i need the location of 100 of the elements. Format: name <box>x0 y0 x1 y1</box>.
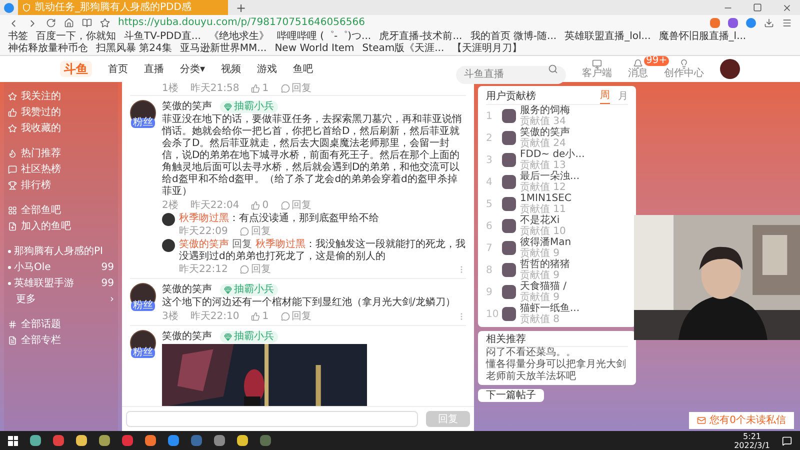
related-post-link[interactable]: 老师前天放羊法坏吧 <box>486 371 628 383</box>
forum-link[interactable]: 那狗腾有人身感的PI <box>8 245 114 258</box>
reply-input[interactable] <box>126 411 418 427</box>
bookmark-link[interactable]: 【天涯明月刀】 <box>452 43 522 55</box>
contribution-score: 贡献值 9 <box>520 248 560 259</box>
bookmark-link[interactable]: 我的首页 微博-随... <box>470 31 557 43</box>
user-name[interactable]: 天食猫猫 / <box>520 281 567 292</box>
reload-icon[interactable] <box>46 18 56 28</box>
rank-number: 1 <box>486 110 494 124</box>
taskbar-app-icon[interactable] <box>99 435 110 446</box>
taskbar-app-icon[interactable] <box>168 435 179 446</box>
bookmark-link[interactable]: 魔兽怀旧服直播_l... <box>658 31 746 43</box>
gem-icon <box>224 286 232 294</box>
user-name[interactable]: 最后一朵浊... <box>520 171 580 182</box>
user-avatar[interactable] <box>720 59 740 79</box>
nav-link[interactable]: 直播 <box>144 62 164 76</box>
nav-link[interactable]: 游戏 <box>257 62 278 76</box>
star-icon[interactable] <box>100 18 110 28</box>
post-time: 昨天22:04 <box>190 199 240 212</box>
user-name[interactable]: 1MIN1SEC <box>520 193 572 204</box>
author-name[interactable]: 笑傲的笑声 <box>162 330 212 343</box>
user-name[interactable]: 哲哲的猪猪 <box>520 259 570 270</box>
sidebar-link[interactable]: 社区热榜 <box>8 163 114 176</box>
user-name[interactable]: 服务的饲梅 <box>520 105 570 116</box>
maximize-icon[interactable] <box>753 3 762 12</box>
menu-icon[interactable] <box>782 18 792 28</box>
rank-number: 2 <box>486 132 494 146</box>
avatar-tag: 粉丝 <box>131 348 155 358</box>
author-name[interactable]: 笑傲的笑声 <box>162 100 212 113</box>
taskbar-app-icon[interactable] <box>214 435 225 446</box>
avatar <box>162 239 175 252</box>
bookmark-link[interactable]: 百度一下，你就知 <box>36 31 116 43</box>
search-icon[interactable] <box>548 64 558 74</box>
nav-link[interactable]: 视频 <box>221 62 242 76</box>
user-name[interactable]: 猫虾一纸鱼... <box>520 303 580 314</box>
book-icon[interactable] <box>82 18 92 28</box>
fan-badge: 抽霸小兵 <box>220 330 278 342</box>
floor-number: 2楼 <box>162 199 178 212</box>
bookmark-link[interactable]: 哔哩哔哩 (゜-゜)つ... <box>276 31 372 43</box>
download-icon[interactable] <box>764 18 774 28</box>
taskbar-app-icon[interactable] <box>30 435 41 446</box>
bookmark-link[interactable]: New World Item <box>274 43 354 55</box>
nav-link[interactable]: 首页 <box>108 62 128 76</box>
contribution-score: 贡献值 8 <box>520 314 561 325</box>
bookmark-link[interactable]: 亚马逊新世界MM... <box>180 43 267 55</box>
sidebar-link[interactable]: 我收藏的 <box>8 122 114 135</box>
close-icon[interactable] <box>782 2 792 12</box>
bookmark-link[interactable]: 虎牙直播-技术前... <box>379 31 462 43</box>
bookmark-link[interactable]: 扫黑风暴 第24集 <box>96 43 172 55</box>
chat-icon <box>8 165 17 174</box>
next-post-link[interactable]: 下一篇帖子 <box>478 389 544 402</box>
bell-icon <box>633 59 643 69</box>
sidebar-link[interactable]: 排行榜 <box>8 179 114 192</box>
hash-icon <box>8 320 17 329</box>
bookmark-link[interactable]: 书签 <box>8 31 28 43</box>
sidebar-link[interactable]: 我关注的 <box>8 90 114 103</box>
user-name[interactable]: 笑傲的笑声 <box>520 127 570 138</box>
search-field[interactable]: 斗鱼直播 <box>456 66 566 84</box>
speech-bubble-icon <box>280 201 290 210</box>
user-name[interactable]: FDD~ de小... <box>520 149 585 160</box>
bookmark-link[interactable]: 《绝地求生》 <box>208 31 269 43</box>
flame-icon <box>8 149 17 158</box>
nav-link[interactable]: 鱼吧 <box>293 62 314 76</box>
new-tab-button[interactable]: + <box>232 2 250 14</box>
taskbar-app-icon[interactable] <box>53 435 64 446</box>
more-link[interactable]: 更多 › <box>8 293 114 306</box>
rank-number: 9 <box>486 286 494 300</box>
taskbar-app-icon[interactable] <box>145 435 156 446</box>
speech-bubble-icon <box>280 312 290 321</box>
sidebar-link[interactable]: 我赞过的 <box>8 106 114 119</box>
post-time: 昨天21:58 <box>190 82 240 95</box>
home-icon[interactable] <box>64 18 74 28</box>
user-name[interactable]: 不是花Xi <box>520 215 566 226</box>
taskbar-app-icon[interactable] <box>237 435 248 446</box>
notification-center-icon[interactable] <box>782 436 792 446</box>
forum-link[interactable]: 英雄联盟手游 99 <box>8 277 114 290</box>
sidebar-link[interactable]: 全部话题 <box>8 318 114 331</box>
bookmark-link[interactable]: 英雄联盟直播_lol... <box>564 31 651 43</box>
user-name[interactable]: 彼得潘Man <box>520 237 572 248</box>
sidebar-link[interactable]: 加入的鱼吧 <box>8 220 114 233</box>
contribution-score: 贡献值 12 <box>520 182 567 193</box>
sidebar-link[interactable]: 热门推荐 <box>8 147 114 160</box>
bookmark-link[interactable]: 斗鱼TV-PDD直... <box>124 31 201 43</box>
forum-count: 99 <box>101 261 114 274</box>
sidebar-link[interactable]: 全部专栏 <box>8 334 114 347</box>
shield-icon <box>22 3 31 12</box>
browser-logo-icon <box>4 2 14 12</box>
author-name[interactable]: 笑傲的笑声 <box>162 283 212 296</box>
header-action[interactable]: 客户端 <box>582 59 612 79</box>
bookmark-link[interactable]: Steam版《天涯... <box>362 43 444 55</box>
avatar <box>502 285 516 299</box>
windows-start-icon[interactable] <box>8 436 18 446</box>
related-post-link[interactable]: 懂各得量分身可以把拿月光大剑 <box>486 359 628 371</box>
forum-link[interactable]: 小马Ole 99 <box>8 261 114 274</box>
related-post-link[interactable]: 闷了不看还菜鸟。。 <box>486 347 628 359</box>
sidebar-link[interactable]: 全部鱼吧 <box>8 204 114 217</box>
taskbar-app-icon[interactable] <box>76 435 87 446</box>
bookmark-link[interactable]: 神佑释放量种币仓 <box>8 43 88 55</box>
nav-link[interactable]: 分类▾ <box>180 62 206 76</box>
contribution-score: 贡献值 11 <box>520 204 567 215</box>
